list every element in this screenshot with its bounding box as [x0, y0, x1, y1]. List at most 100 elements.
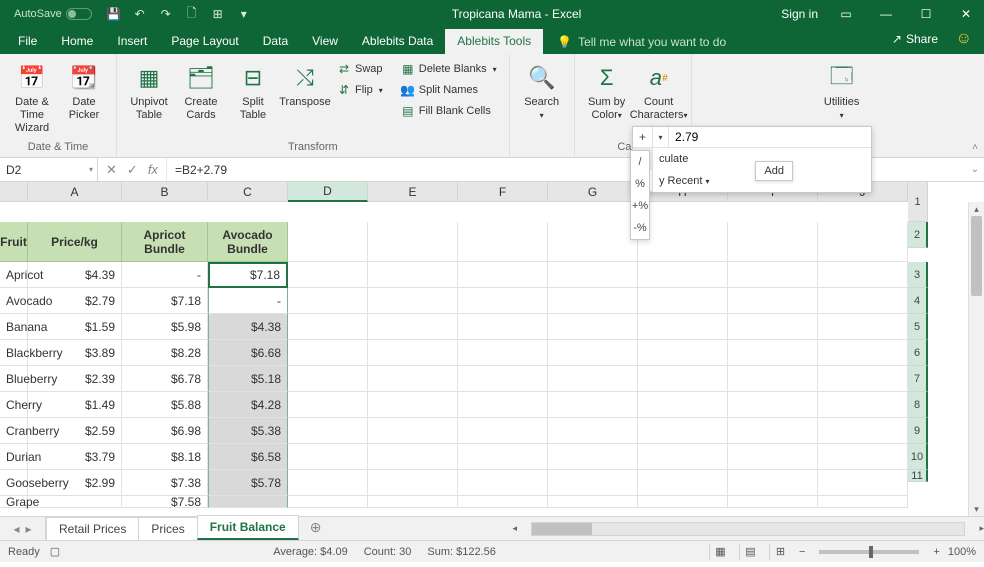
cell-avocado-bundle[interactable]: [208, 496, 288, 508]
cell-apricot-bundle[interactable]: $7.58: [122, 496, 208, 508]
cell[interactable]: [548, 470, 638, 496]
cell[interactable]: [818, 314, 908, 340]
date-time-wizard-button[interactable]: 📅Date & Time Wizard: [8, 58, 56, 135]
cell-apricot-bundle[interactable]: $5.98: [122, 314, 208, 340]
cell-avocado-bundle[interactable]: $5.78: [208, 470, 288, 496]
column-header-A[interactable]: A: [28, 182, 122, 202]
table-header[interactable]: Price/kg: [28, 222, 122, 262]
delete-blanks-button[interactable]: ▦Delete Blanks▾: [397, 60, 501, 78]
row-header-6[interactable]: 6: [908, 340, 928, 366]
cell[interactable]: [728, 496, 818, 508]
prev-sheet-icon[interactable]: ◂: [13, 522, 19, 536]
cell-fruit[interactable]: Banana: [0, 314, 28, 340]
cell-avocado-bundle[interactable]: $5.38: [208, 418, 288, 444]
cell[interactable]: [458, 496, 548, 508]
cell[interactable]: [548, 222, 638, 262]
cell[interactable]: [288, 262, 368, 288]
cell[interactable]: [728, 366, 818, 392]
cell[interactable]: [728, 470, 818, 496]
cell[interactable]: [368, 392, 458, 418]
cell[interactable]: [458, 288, 548, 314]
cell-price[interactable]: $4.39: [28, 262, 122, 288]
column-header-B[interactable]: B: [122, 182, 208, 202]
cell-apricot-bundle[interactable]: $6.98: [122, 418, 208, 444]
cell[interactable]: [638, 262, 728, 288]
name-box[interactable]: D2▾: [0, 158, 98, 181]
cell-avocado-bundle[interactable]: $6.68: [208, 340, 288, 366]
cell[interactable]: [548, 444, 638, 470]
cell[interactable]: [288, 418, 368, 444]
cell[interactable]: [728, 288, 818, 314]
cell-price[interactable]: $1.49: [28, 392, 122, 418]
cell[interactable]: [818, 392, 908, 418]
cell[interactable]: [458, 340, 548, 366]
cell[interactable]: [458, 470, 548, 496]
cell[interactable]: [818, 470, 908, 496]
split-names-button[interactable]: 👥Split Names: [397, 81, 501, 99]
cell[interactable]: [458, 314, 548, 340]
fx-icon[interactable]: fx: [148, 162, 158, 177]
calc-value-input[interactable]: [669, 127, 871, 147]
cell[interactable]: [288, 288, 368, 314]
sheet-nav[interactable]: ◂▸: [0, 517, 46, 540]
fill-blank-cells-button[interactable]: ▤Fill Blank Cells: [397, 102, 501, 120]
cell-avocado-bundle[interactable]: $7.18: [208, 262, 288, 288]
cell[interactable]: [818, 496, 908, 508]
cell[interactable]: [368, 496, 458, 508]
cell[interactable]: [288, 496, 368, 508]
scroll-up-icon[interactable]: ▴: [969, 202, 984, 216]
zoom-slider[interactable]: [819, 550, 919, 554]
cell[interactable]: [818, 366, 908, 392]
cell[interactable]: [548, 366, 638, 392]
cell[interactable]: [638, 288, 728, 314]
row-header-11[interactable]: 11: [908, 470, 928, 482]
cell-price[interactable]: $2.59: [28, 418, 122, 444]
row-header-10[interactable]: 10: [908, 444, 928, 470]
page-layout-view-icon[interactable]: ▤: [739, 544, 761, 560]
ribbon-options-icon[interactable]: ▭: [834, 2, 858, 26]
cell[interactable]: [638, 340, 728, 366]
cell[interactable]: [368, 262, 458, 288]
maximize-icon[interactable]: ☐: [914, 2, 938, 26]
cell-price[interactable]: $2.79: [28, 288, 122, 314]
tab-ablebits-tools[interactable]: Ablebits Tools: [445, 29, 543, 54]
add-sheet-button[interactable]: ⊕: [298, 515, 334, 540]
scroll-left-icon[interactable]: ◂: [512, 523, 517, 534]
row-header-4[interactable]: 4: [908, 288, 928, 314]
cell[interactable]: [728, 314, 818, 340]
cell-avocado-bundle[interactable]: $6.58: [208, 444, 288, 470]
cell[interactable]: [458, 366, 548, 392]
worksheet-grid[interactable]: ABCDEFGHIJ1FruitPrice/kgApricot BundleAv…: [0, 182, 984, 516]
flip-button[interactable]: ⇵Flip▾: [333, 81, 387, 99]
row-header-8[interactable]: 8: [908, 392, 928, 418]
zoom-level[interactable]: 100%: [948, 546, 976, 558]
cell[interactable]: [288, 222, 368, 262]
row-header-5[interactable]: 5: [908, 314, 928, 340]
cell[interactable]: [548, 340, 638, 366]
cell[interactable]: [818, 222, 908, 262]
cell-price[interactable]: $3.79: [28, 444, 122, 470]
touch-mode-icon[interactable]: ⊞: [210, 6, 226, 22]
cell[interactable]: [818, 418, 908, 444]
cell-price[interactable]: [28, 496, 122, 508]
cell[interactable]: [638, 418, 728, 444]
cell[interactable]: [288, 366, 368, 392]
scroll-down-icon[interactable]: ▾: [969, 502, 984, 516]
cell[interactable]: [728, 418, 818, 444]
cell-fruit[interactable]: Durian: [0, 444, 28, 470]
cell-apricot-bundle[interactable]: $7.18: [122, 288, 208, 314]
cell-price[interactable]: $2.39: [28, 366, 122, 392]
cell-fruit[interactable]: Cranberry: [0, 418, 28, 444]
cell[interactable]: [288, 470, 368, 496]
cell[interactable]: [458, 222, 548, 262]
cell-price[interactable]: $1.59: [28, 314, 122, 340]
cell[interactable]: [638, 366, 728, 392]
swap-button[interactable]: ⇄Swap: [333, 60, 387, 78]
utilities-button[interactable]: 🗔Utilities▾: [818, 58, 866, 122]
sheet-tab-retail-prices[interactable]: Retail Prices: [46, 517, 139, 540]
cell[interactable]: [368, 340, 458, 366]
cell-avocado-bundle[interactable]: $4.28: [208, 392, 288, 418]
autosave-toggle[interactable]: AutoSave: [14, 8, 92, 20]
op-plus-percent[interactable]: +%: [631, 195, 649, 217]
cell[interactable]: [728, 340, 818, 366]
